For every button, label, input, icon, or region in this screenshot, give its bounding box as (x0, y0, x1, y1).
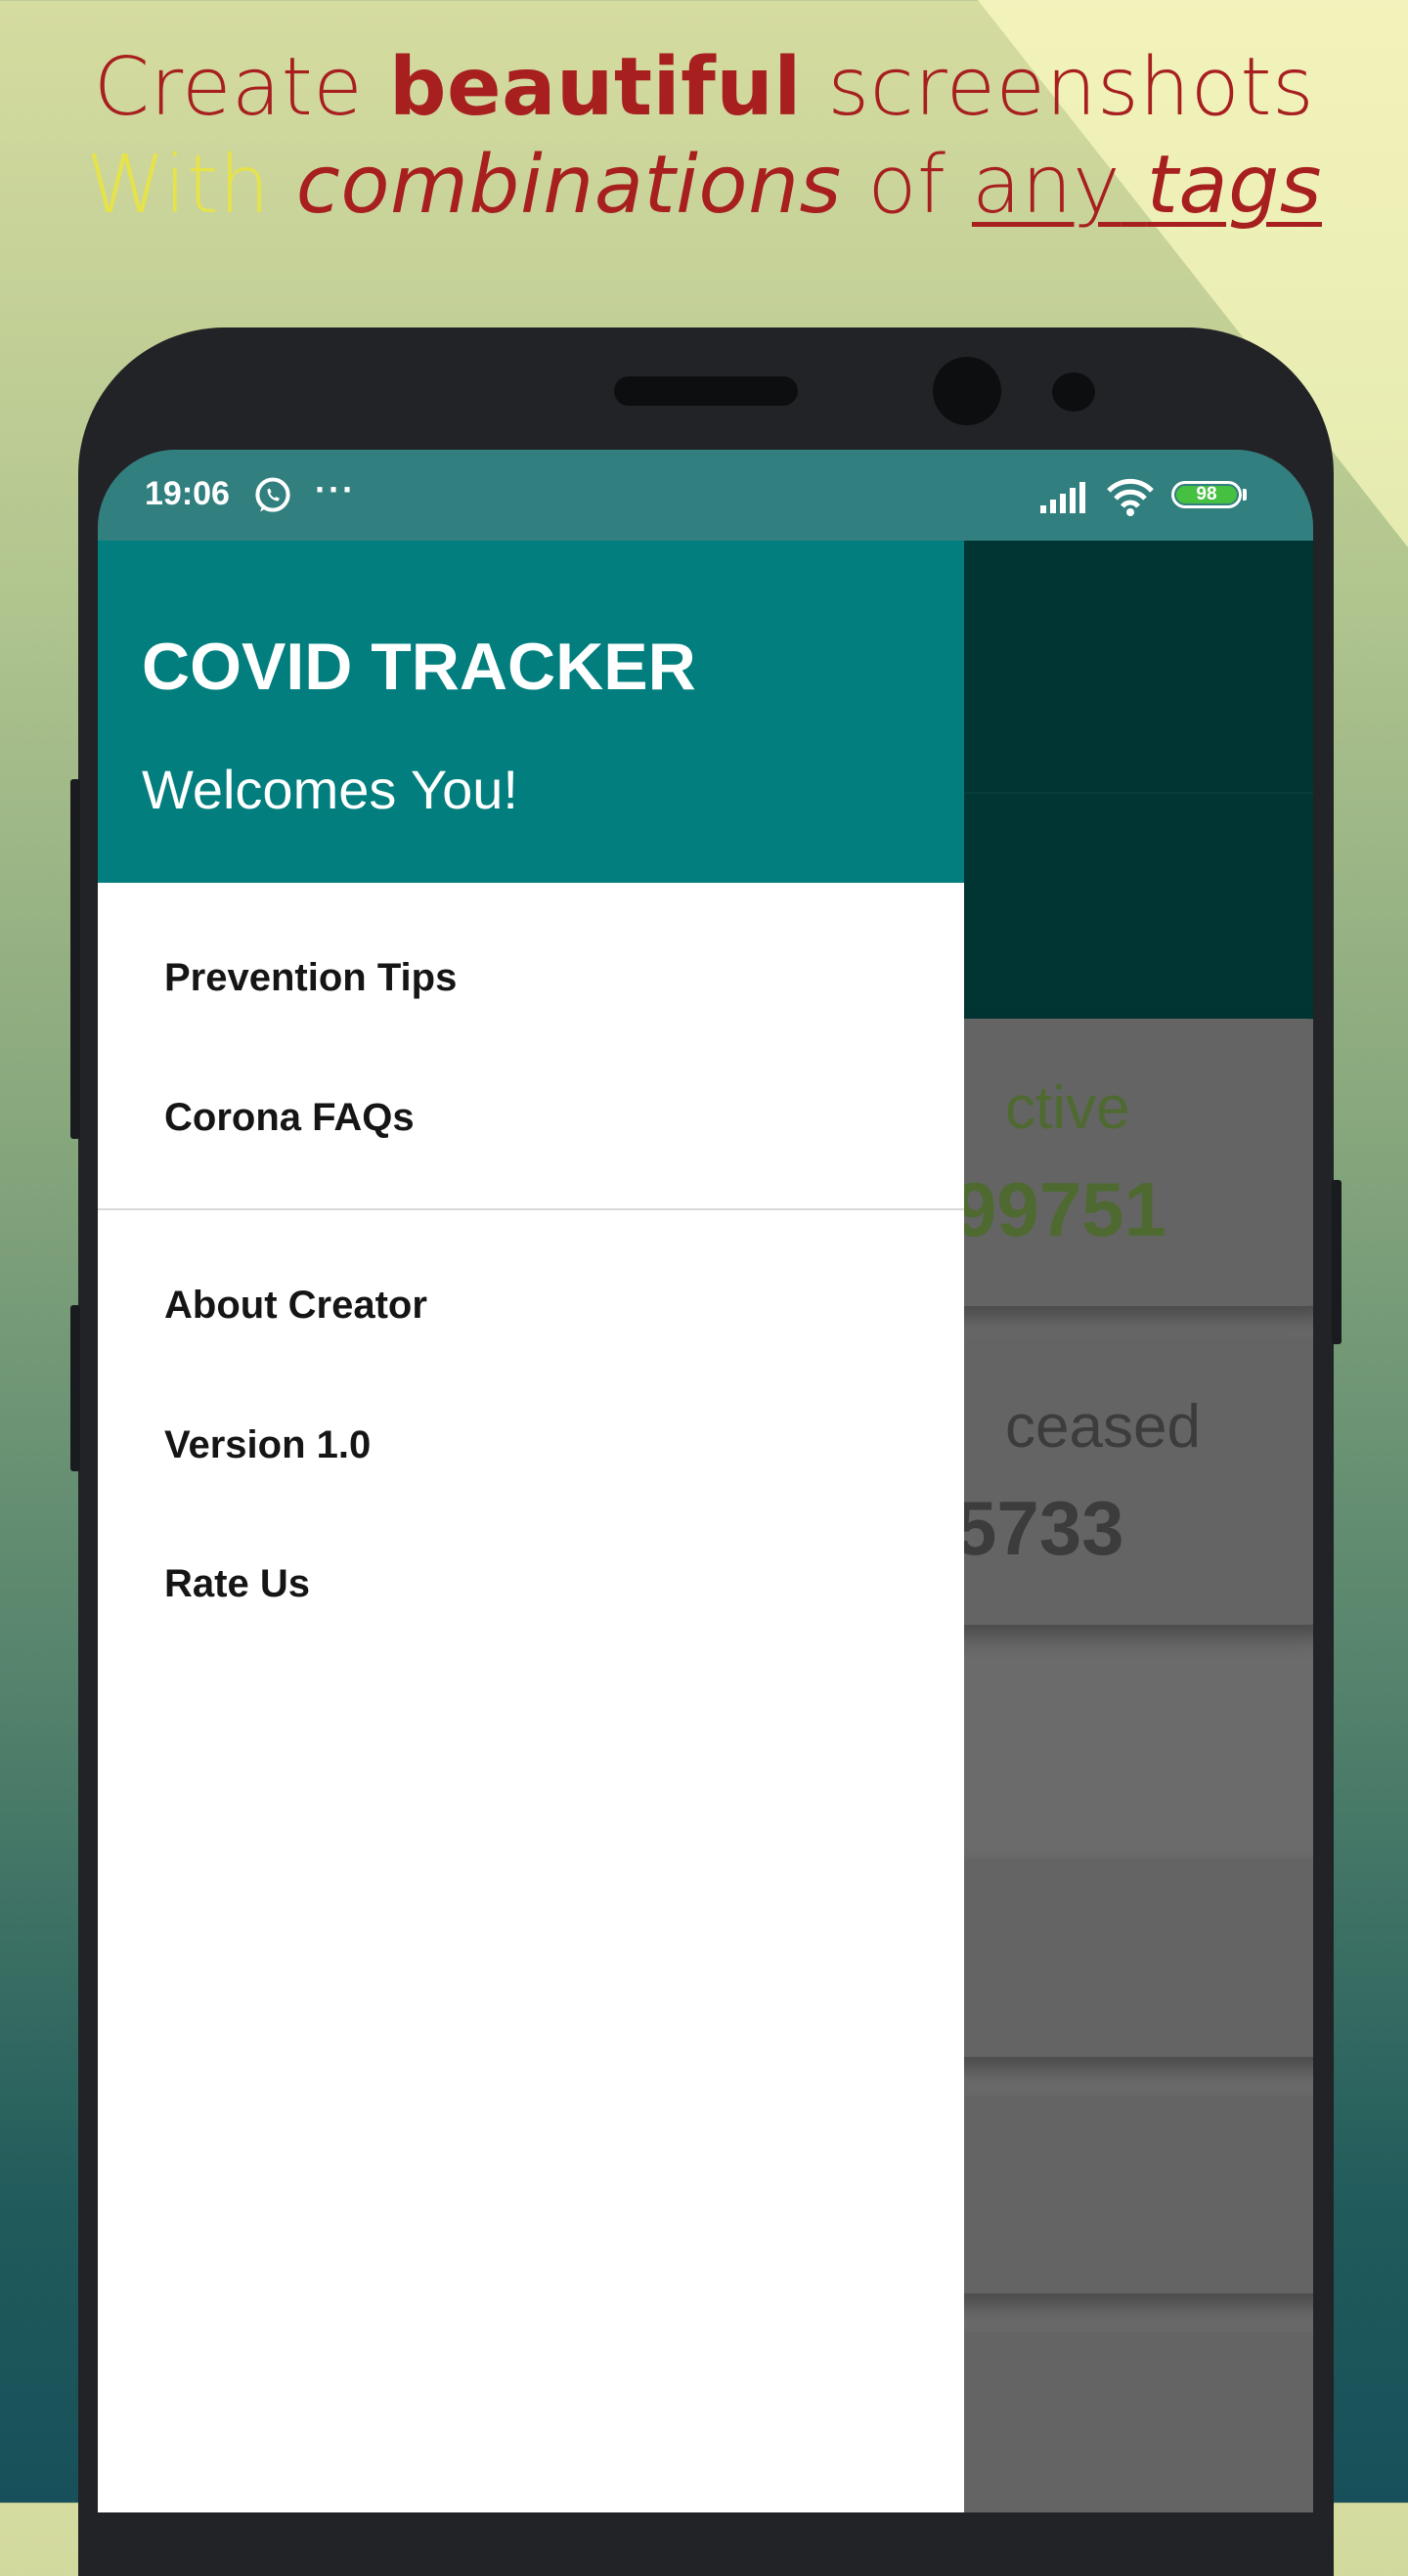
whatsapp-icon (255, 477, 290, 512)
promo-underlined-text: any (971, 139, 1122, 233)
promo-text: of (841, 139, 972, 233)
menu-item-rate-us[interactable]: Rate Us (98, 1530, 964, 1637)
promo-line-2: With combinations of any tags (0, 137, 1408, 235)
menu-item-label: Rate Us (164, 1562, 310, 1605)
drawer-divider (98, 1208, 964, 1210)
promo-text: Create (93, 41, 389, 134)
deceased-label: ceased (1005, 1393, 1201, 1461)
navigation-drawer: COVID TRACKER Welcomes You! Prevention T… (98, 541, 964, 2512)
drawer-header: COVID TRACKER Welcomes You! (98, 541, 964, 883)
promo-italic-text: combinations (295, 139, 842, 233)
status-bar: 19:06 ··· 98 (98, 450, 1313, 541)
battery-tip (1243, 489, 1247, 501)
menu-item-version[interactable]: Version 1.0 (98, 1391, 964, 1499)
promo-line-1: Create beautiful screenshots (0, 39, 1408, 137)
promo-yellow-text: With (86, 139, 296, 233)
deceased-value: 5733 (954, 1485, 1124, 1571)
side-button-right (1332, 1180, 1342, 1344)
promo-underlined-italic-text: tags (1146, 139, 1322, 233)
promo-underlined-space (1121, 139, 1147, 232)
wifi-icon (1107, 478, 1154, 516)
signal-icon (1040, 482, 1085, 513)
menu-item-corona-faqs[interactable]: Corona FAQs (98, 1064, 964, 1171)
promo-text: screenshots (801, 41, 1315, 134)
more-notifications-icon: ··· (315, 469, 356, 509)
drawer-subtitle: Welcomes You! (142, 759, 518, 820)
power-button (70, 1305, 80, 1471)
promo-bold-text: beautiful (388, 41, 802, 134)
front-camera (933, 357, 1001, 425)
active-value: 99751 (954, 1166, 1166, 1252)
menu-item-label: Version 1.0 (164, 1423, 372, 1466)
earpiece-speaker (614, 376, 798, 406)
status-time: 19:06 (145, 475, 230, 512)
proximity-sensor (1052, 372, 1095, 412)
volume-button (70, 779, 80, 1139)
phone-screen: 19:06 ··· 98 ctive 99751 ceased 5733 COV… (98, 450, 1313, 2512)
battery-level: 98 (1176, 485, 1237, 503)
drawer-title: COVID TRACKER (142, 630, 696, 704)
menu-item-label: Prevention Tips (164, 956, 458, 999)
menu-item-about-creator[interactable]: About Creator (98, 1251, 964, 1359)
menu-item-label: Corona FAQs (164, 1096, 415, 1139)
active-label: ctive (1005, 1074, 1130, 1142)
menu-item-prevention-tips[interactable]: Prevention Tips (98, 924, 964, 1031)
menu-item-label: About Creator (164, 1284, 427, 1327)
battery-icon: 98 (1171, 481, 1242, 508)
promo-headline: Create beautiful screenshots With combin… (0, 39, 1408, 235)
